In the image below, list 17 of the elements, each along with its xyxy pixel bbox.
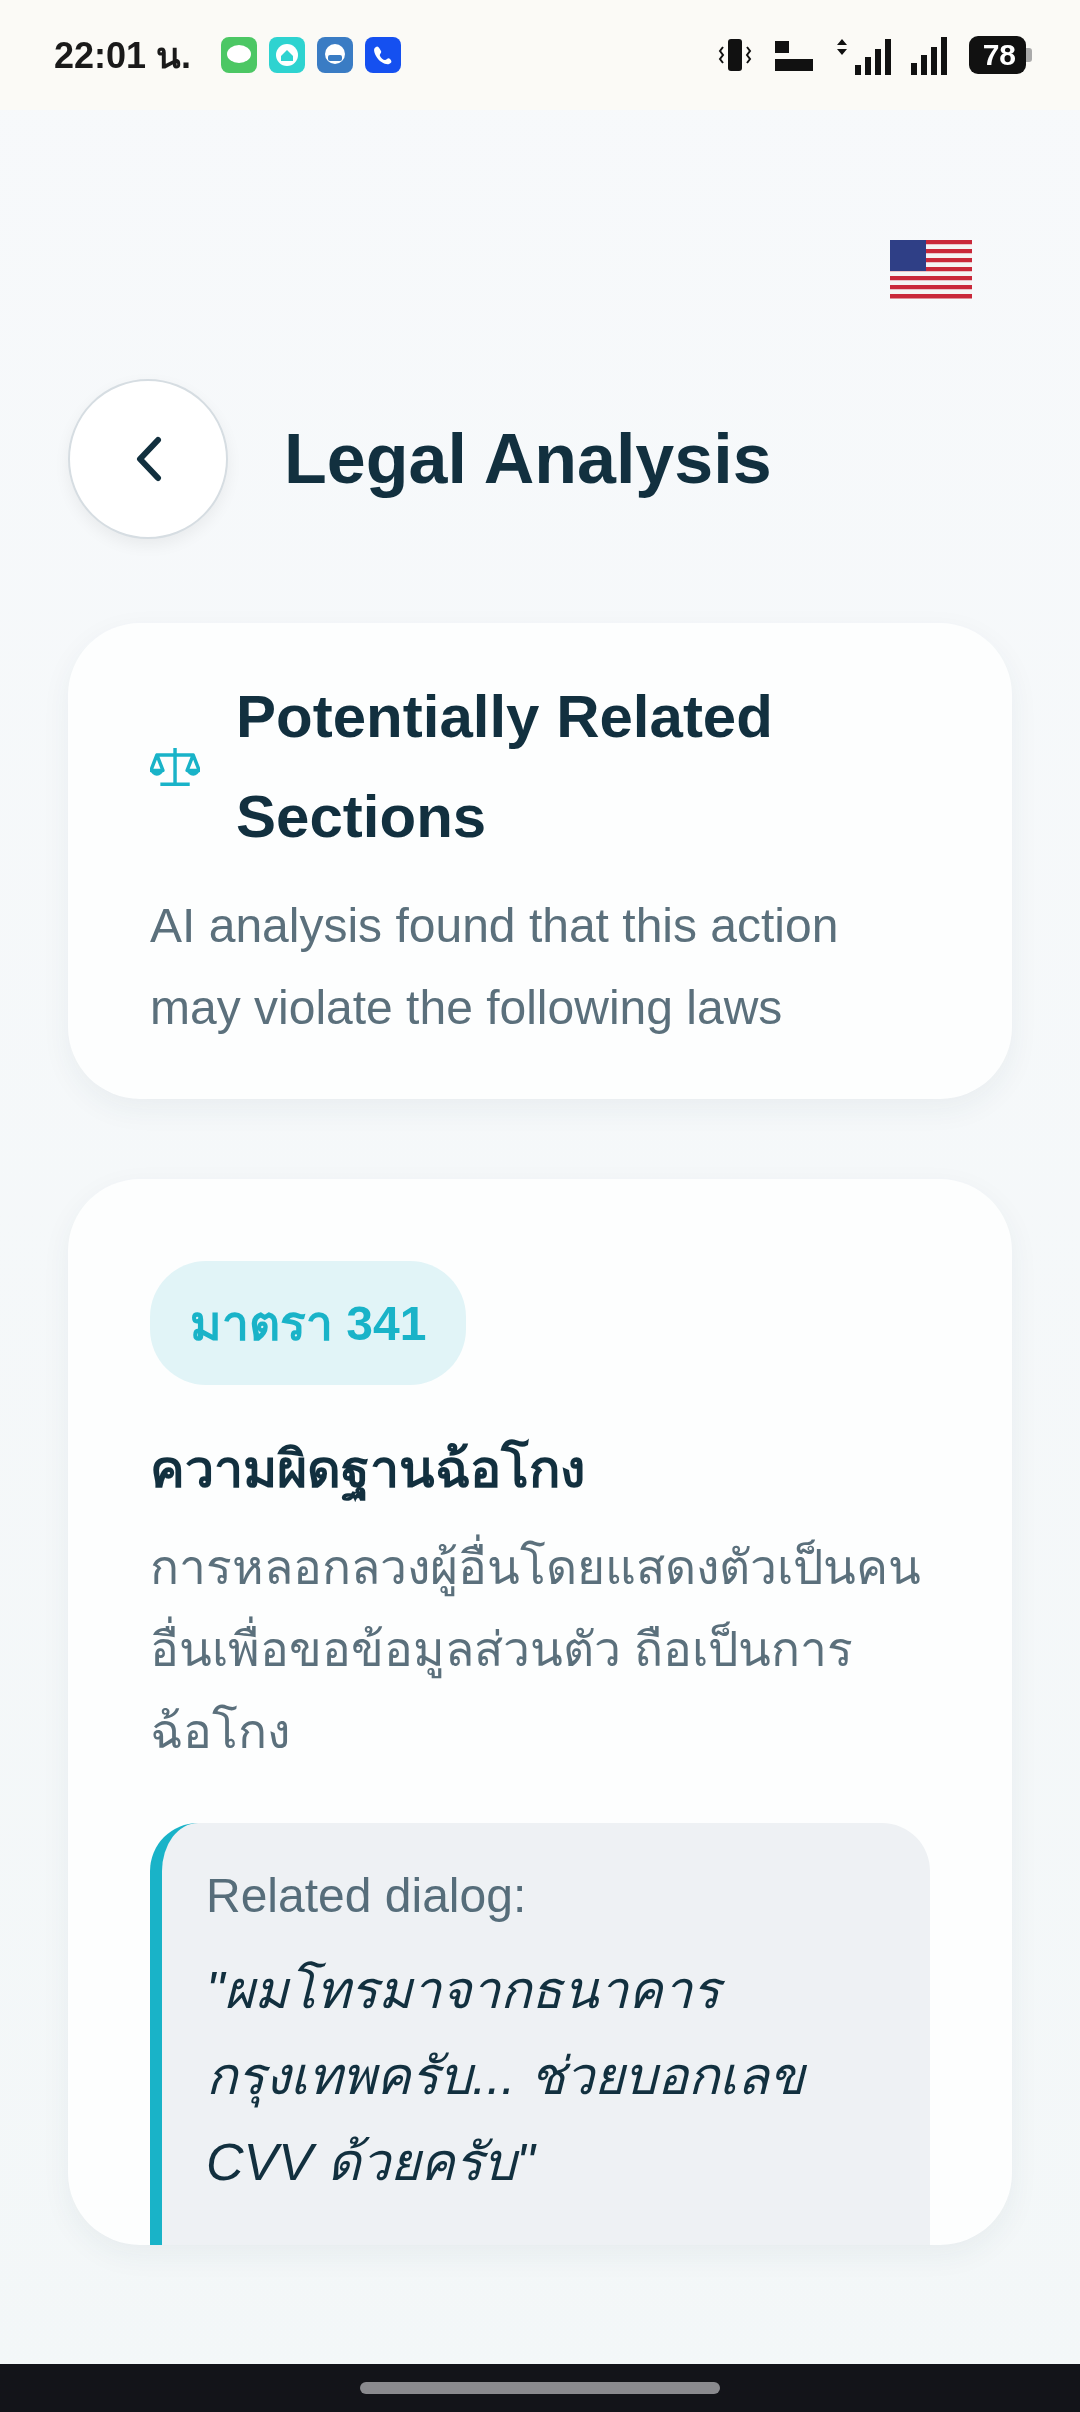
- house-icon: [269, 37, 306, 73]
- page-title: Legal Analysis: [284, 419, 772, 499]
- chat-bubble-icon: [221, 37, 258, 73]
- section-badge: มาตรา 341: [150, 1261, 467, 1385]
- card-title: Potentially Related Sections: [236, 682, 774, 852]
- battery-indicator: 78: [968, 36, 1032, 74]
- dialog-label: Related dialog:: [206, 1868, 528, 1924]
- phone-icon: [365, 37, 402, 73]
- home-handle[interactable]: [360, 2382, 720, 2394]
- signal-icon: [908, 35, 949, 75]
- section-title: ความผิดฐานฉ้อโกง: [150, 1429, 930, 1509]
- chevron-left-icon: [134, 436, 162, 482]
- flag-icon[interactable]: [890, 240, 972, 302]
- dialog-quote: "ผมโทรมาจากธนาคารกรุงเทพครับ... ช่วยบอกเลข CVV ด้วยครับ": [206, 1960, 808, 2193]
- section-description: การหลอกลวงผู้อื่นโดยแสดงตัวเป็นคนอื่นเพื่อขอข้อมูลส่วนตัว ถือเป็นการฉ้อโกง: [150, 1527, 930, 1773]
- card-description: AI analysis found that this action may violate the following laws: [150, 898, 840, 1036]
- status-time: 22:01 น.: [54, 33, 192, 78]
